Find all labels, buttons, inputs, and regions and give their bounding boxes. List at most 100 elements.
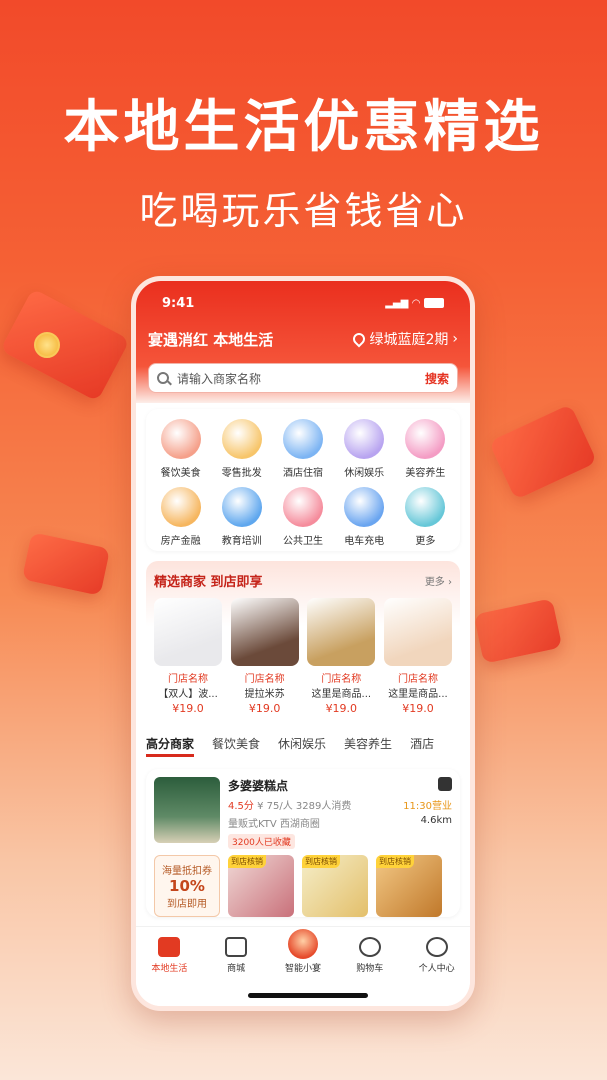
- app-title: 宴遇消红 本地生活: [148, 330, 274, 349]
- status-bar: 9:41 ▂▄▆ ◠: [148, 281, 458, 325]
- featured-item[interactable]: 门店名称这里是商品... ¥19.0: [307, 598, 376, 715]
- red-envelope-decoration: [473, 598, 563, 664]
- featured-item-name: 门店名称: [321, 674, 362, 685]
- discount-coupon[interactable]: 海量抵扣券 10% 到店即用: [154, 855, 220, 917]
- featured-item-desc: 【双人】波...: [158, 689, 218, 700]
- red-envelope-decoration: [0, 288, 130, 402]
- location-selector[interactable]: 绿城蓝庭2期 ›: [350, 329, 458, 349]
- category-label: 电车充电: [344, 536, 385, 547]
- featured-item-name: 门店名称: [397, 674, 438, 685]
- category-health[interactable]: 公共卫生: [272, 487, 333, 547]
- deal-image[interactable]: 到店核销: [302, 855, 368, 917]
- location-pin-icon: [350, 330, 368, 348]
- retail-icon: [221, 419, 262, 459]
- more-icon: [405, 487, 446, 527]
- merchant-photo: [154, 777, 220, 843]
- category-charging[interactable]: 电车充电: [334, 487, 395, 547]
- merchant-category: 量贩式KTV: [228, 819, 277, 830]
- education-icon: [221, 487, 262, 527]
- category-label: 休闲娱乐: [344, 468, 385, 479]
- category-label: 房产金融: [160, 536, 201, 547]
- health-icon: [282, 487, 323, 527]
- chevron-right-icon: ›: [452, 331, 458, 347]
- battery-icon: [424, 298, 444, 308]
- status-time: 9:41: [162, 295, 195, 311]
- featured-item-desc: 这里是商品...: [311, 689, 372, 700]
- category-more[interactable]: 更多: [395, 487, 456, 547]
- featured-item-image: [154, 598, 222, 666]
- deal-tag: 到店核销: [302, 855, 340, 868]
- featured-items: 门店名称 【双人】波... ¥19.0 门店名称 提拉米苏 ¥19.0 门店名称 这里是商品.…: [154, 598, 452, 715]
- coupon-title: 海量抵扣券: [162, 866, 212, 877]
- featured-section: 精选商家 到店即享 更多 › 门店名称【双人】波... ¥19.0 门店名称 提拉米苏…: [146, 561, 460, 725]
- featured-item-price: ¥19.0: [402, 702, 434, 715]
- merchant-rating: 4.5分: [228, 801, 254, 812]
- featured-item-name: 门店名称: [244, 674, 285, 685]
- category-education[interactable]: 教育培训: [211, 487, 272, 547]
- search-icon: [157, 372, 169, 384]
- category-food[interactable]: 餐饮美食: [150, 419, 211, 479]
- nav-label: 个人中心: [418, 964, 455, 974]
- category-beauty[interactable]: 美容养生: [395, 419, 456, 479]
- wifi-icon: ◠: [412, 297, 420, 309]
- search-bar[interactable]: 请输入商家名称 搜索: [148, 363, 458, 393]
- category-label: 酒店住宿: [282, 468, 323, 479]
- featured-item-price: ¥19.0: [325, 702, 358, 715]
- category-label: 零售批发: [221, 468, 262, 479]
- featured-more-link[interactable]: 更多 ›: [425, 573, 452, 588]
- location-name: 绿城蓝庭2期: [369, 332, 449, 348]
- profile-icon: [425, 937, 448, 957]
- tab-0[interactable]: 高分商家: [146, 735, 195, 757]
- finance-icon: [160, 487, 201, 527]
- nav-home[interactable]: 本地生活: [139, 937, 199, 1006]
- tab-3[interactable]: 美容养生: [344, 735, 392, 757]
- cart-icon: [358, 937, 381, 957]
- category-finance[interactable]: 房产金融: [150, 487, 211, 547]
- merchant-per-person: ¥ 75/人: [257, 801, 293, 812]
- nav-label: 购物车: [356, 964, 384, 974]
- beauty-icon: [405, 419, 446, 459]
- merchant-badge-icon: [438, 777, 452, 791]
- promo-headline: 本地生活优惠精选: [63, 95, 544, 160]
- featured-item-name: 门店名称: [168, 674, 208, 685]
- category-label: 美容养生: [405, 468, 446, 479]
- tab-1[interactable]: 餐饮美食: [212, 735, 260, 757]
- nav-label: 本地生活: [151, 964, 188, 974]
- app-header: 9:41 ▂▄▆ ◠ 宴遇消红 本地生活 绿城蓝庭2期 › 请输入商家名称 搜索: [136, 281, 470, 403]
- featured-item-image: [230, 598, 299, 666]
- merchant-tabs: 高分商家 餐饮美食 休闲娱乐 美容养生 酒店: [136, 725, 470, 757]
- featured-item-image: [383, 598, 452, 666]
- category-leisure[interactable]: 休闲娱乐: [334, 419, 395, 479]
- charging-icon: [344, 487, 385, 527]
- status-icons: ▂▄▆ ◠: [385, 298, 444, 309]
- featured-item[interactable]: 门店名称【双人】波... ¥19.0: [154, 598, 222, 715]
- search-button[interactable]: 搜索: [425, 370, 449, 387]
- hotel-icon: [282, 419, 323, 459]
- featured-title: 精选商家 到店即享: [154, 575, 263, 590]
- featured-item[interactable]: 门店名称 这里是商品... ¥19.0: [383, 598, 452, 715]
- deal-image[interactable]: 到店核销: [376, 855, 442, 917]
- red-envelope-decoration: [488, 403, 598, 501]
- food-icon: [160, 419, 201, 459]
- category-hotel[interactable]: 酒店住宿: [272, 419, 333, 479]
- featured-item[interactable]: 门店名称 提拉米苏 ¥19.0: [230, 598, 299, 715]
- merchant-hours: 11:30营业: [403, 801, 452, 812]
- nav-label: 智能小宴: [284, 964, 321, 974]
- signal-icon: ▂▄▆: [385, 297, 409, 309]
- favorites-badge: 3200人已收藏: [228, 834, 295, 849]
- deal-tag: 到店核销: [376, 855, 414, 868]
- deal-image[interactable]: 到店核销: [228, 855, 294, 917]
- category-label: 教育培训: [221, 536, 262, 547]
- category-grid: 餐饮美食 零售批发 酒店住宿 休闲娱乐 美容养生房产金融 教育培训 公共卫生 电车充电 更多: [146, 409, 460, 551]
- featured-item-price: ¥19.0: [172, 702, 204, 715]
- mascot-icon: [287, 929, 318, 959]
- nav-label: 商城: [227, 964, 246, 974]
- merchant-card[interactable]: 多婆婆糕点 4.5分 ¥ 75/人 3289人消费 11:30营业 量贩式KTV…: [146, 769, 460, 917]
- nav-profile[interactable]: 个人中心: [407, 937, 467, 1006]
- phone-mockup: 9:41 ▂▄▆ ◠ 宴遇消红 本地生活 绿城蓝庭2期 › 请输入商家名称 搜索…: [131, 276, 475, 1011]
- search-input[interactable]: 请输入商家名称: [177, 370, 425, 387]
- location-row: 宴遇消红 本地生活 绿城蓝庭2期 ›: [148, 325, 458, 353]
- tab-2[interactable]: 休闲娱乐: [278, 735, 326, 757]
- category-retail[interactable]: 零售批发: [211, 419, 272, 479]
- tab-4[interactable]: 酒店: [410, 735, 434, 757]
